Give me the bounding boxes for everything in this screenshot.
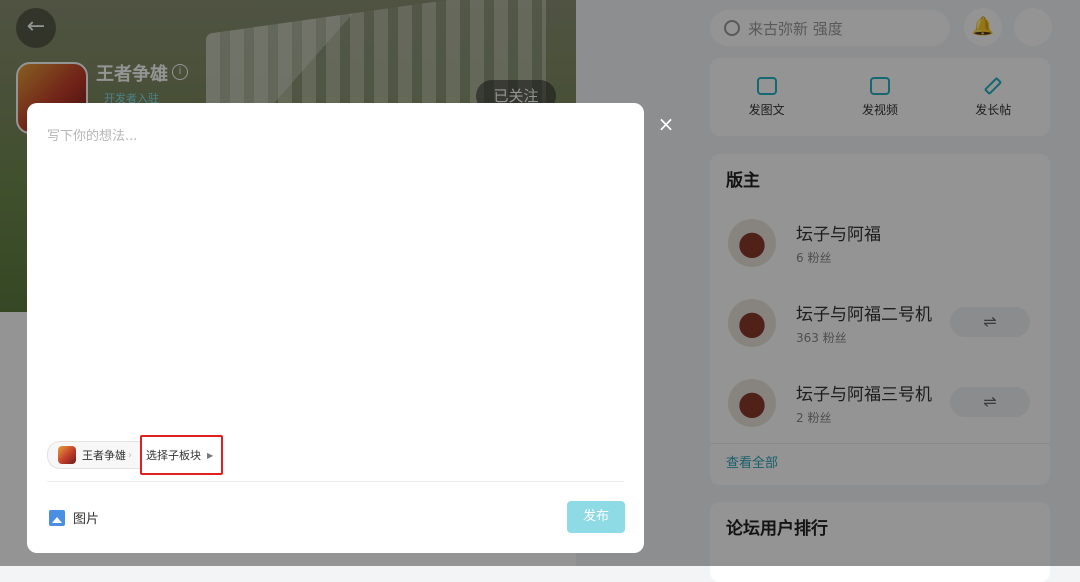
publish-button[interactable]: 发布: [567, 501, 625, 533]
divider: [47, 481, 624, 482]
forum-chip-label: 王者争雄: [82, 449, 126, 462]
subforum-select-button[interactable]: 选择子板块 ▶: [140, 435, 224, 475]
game-icon: [58, 446, 76, 464]
forum-chip[interactable]: 王者争雄 ›: [47, 441, 140, 469]
chevron-right-icon: ›: [128, 449, 132, 461]
add-image-label: 图片: [73, 512, 100, 527]
post-content-textarea[interactable]: [47, 125, 622, 425]
caret-right-icon: ▶: [207, 450, 214, 460]
subforum-label: 选择子板块: [146, 449, 201, 462]
close-icon[interactable]: ×: [656, 112, 676, 136]
image-icon: [49, 509, 65, 526]
forum-selector: 王者争雄 › 选择子板块 ▶: [47, 435, 224, 475]
add-image-button[interactable]: 图片: [49, 508, 99, 527]
post-composer-modal: 王者争雄 › 选择子板块 ▶ 图片 发布: [27, 103, 644, 553]
